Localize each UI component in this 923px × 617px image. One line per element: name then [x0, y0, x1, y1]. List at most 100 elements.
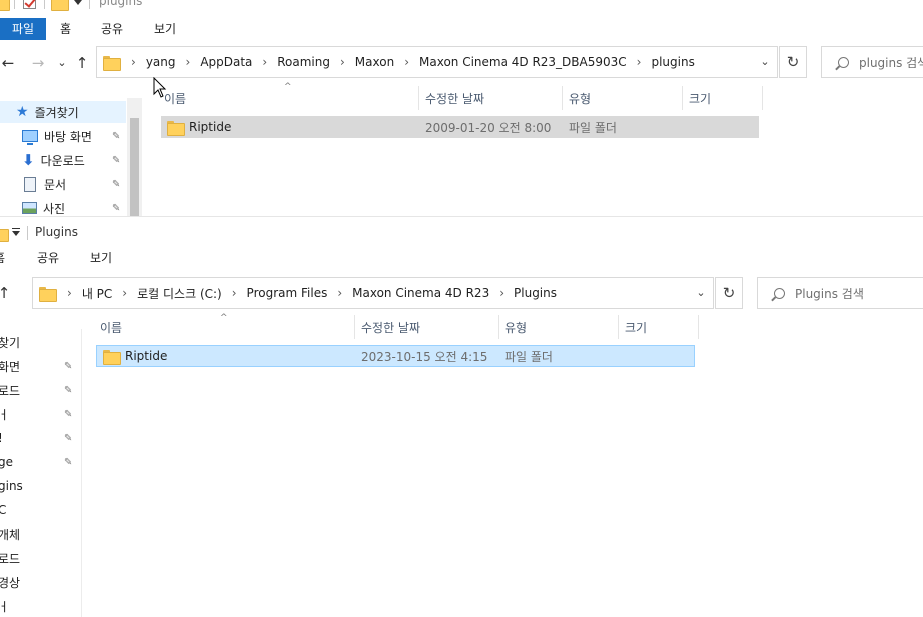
file-row-riptide[interactable]: Riptide 2009-01-20 오전 8:00 파일 폴더	[161, 116, 759, 138]
file-row-riptide[interactable]: Riptide 2023-10-15 오전 4:15 파일 폴더	[96, 345, 695, 367]
pin-icon: ✎	[64, 456, 73, 468]
breadcrumb-separator[interactable]: ›	[404, 55, 409, 69]
nav-item-desktop[interactable]: 화면 ✎	[0, 355, 80, 377]
ribbon-tabs: 홈 공유 보기	[0, 247, 923, 269]
star-icon: ★	[16, 104, 29, 120]
column-header-size[interactable]: 크기	[625, 315, 647, 339]
breadcrumb-separator: ›	[67, 286, 72, 300]
nav-item-documents-pc[interactable]: ㅓ	[0, 595, 9, 617]
search-box[interactable]: plugins 검색	[821, 46, 923, 78]
pin-icon: ✎	[64, 384, 73, 396]
nav-item-downloads-pc[interactable]: 로드	[0, 547, 20, 569]
column-divider[interactable]	[762, 86, 763, 110]
address-dropdown-icon[interactable]: ⌄	[753, 47, 777, 77]
breadcrumb-appdata[interactable]: AppData	[200, 55, 252, 69]
file-type: 파일 폴더	[569, 120, 617, 135]
new-folder-icon[interactable]	[51, 0, 69, 11]
column-header-size[interactable]: 크기	[689, 86, 711, 110]
breadcrumb-separator[interactable]: ›	[186, 55, 191, 69]
breadcrumb-maxon-c4d[interactable]: Maxon Cinema 4D R23_DBA5903C	[419, 55, 627, 69]
breadcrumb-separator[interactable]: ›	[122, 286, 127, 300]
nav-item-desktop[interactable]: 바탕 화면 ✎	[0, 125, 126, 147]
back-button[interactable]: ←	[0, 54, 16, 72]
breadcrumb-separator[interactable]: ›	[499, 286, 504, 300]
column-divider[interactable]	[354, 315, 355, 339]
nav-scroll-thumb[interactable]	[130, 118, 139, 216]
tab-view[interactable]: 보기	[90, 247, 112, 269]
customize-toolbar-icon[interactable]	[73, 0, 83, 8]
nav-item-pictures[interactable]: !✎	[0, 427, 80, 449]
breadcrumb-separator[interactable]: ›	[340, 55, 345, 69]
sort-ascending-icon: ^	[284, 82, 292, 92]
column-header-type[interactable]: 유형	[569, 86, 591, 110]
column-divider[interactable]	[562, 86, 563, 110]
nav-item-videos[interactable]: 경상	[0, 571, 20, 593]
up-button[interactable]: ↑	[0, 284, 12, 302]
column-divider[interactable]	[498, 315, 499, 339]
breadcrumb-yang[interactable]: yang	[146, 55, 176, 69]
breadcrumb-maxon[interactable]: Maxon	[355, 55, 394, 69]
column-header-name[interactable]: 이름	[164, 86, 186, 110]
nav-item-documents[interactable]: 문서 ✎	[0, 173, 126, 195]
breadcrumb-plugins[interactable]: Plugins	[514, 286, 557, 300]
divider	[89, 0, 90, 9]
nav-item-label: gins	[0, 479, 23, 493]
tab-view[interactable]: 보기	[154, 18, 176, 40]
tab-share[interactable]: 공유	[101, 18, 123, 40]
properties-check-icon[interactable]	[23, 0, 36, 9]
tab-share[interactable]: 공유	[37, 247, 59, 269]
divider	[14, 0, 15, 9]
nav-item-label: 경상	[0, 575, 21, 590]
tab-file[interactable]: 파일	[0, 18, 46, 40]
tab-home[interactable]: 홈	[0, 247, 5, 269]
refresh-button[interactable]: ↻	[715, 277, 743, 309]
search-icon	[838, 56, 849, 68]
breadcrumb-roaming[interactable]: Roaming	[277, 55, 330, 69]
column-header-modified[interactable]: 수정한 날짜	[361, 315, 420, 339]
nav-item-favorites[interactable]: 찾기	[0, 331, 20, 353]
nav-item-downloads[interactable]: ⬇ 다운로드 ✎	[0, 149, 126, 171]
nav-scrollbar[interactable]	[127, 98, 142, 216]
column-divider[interactable]	[618, 315, 619, 339]
nav-item-storage[interactable]: ge ✎	[0, 451, 80, 473]
nav-item-plugins[interactable]: gins	[0, 475, 23, 497]
breadcrumb-plugins[interactable]: plugins	[651, 55, 694, 69]
forward-button[interactable]: →	[30, 54, 46, 72]
pin-icon: ✎	[64, 408, 73, 420]
nav-item-3d-objects[interactable]: 개체	[0, 523, 20, 545]
nav-item-label: 다운로드	[40, 153, 85, 168]
breadcrumb-separator[interactable]: ›	[637, 55, 642, 69]
breadcrumb-separator[interactable]: ›	[262, 55, 267, 69]
column-header-type[interactable]: 유형	[505, 315, 527, 339]
column-header-modified[interactable]: 수정한 날짜	[425, 86, 484, 110]
nav-item-this-pc[interactable]: C	[0, 499, 6, 521]
column-header-name[interactable]: 이름	[100, 315, 122, 339]
tab-home[interactable]: 홈	[60, 18, 71, 40]
address-bar[interactable]: › 내 PC › 로컬 디스크 (C:) › Program Files › M…	[32, 277, 714, 309]
column-divider[interactable]	[698, 315, 699, 339]
breadcrumb-this-pc[interactable]: 내 PC	[82, 285, 112, 302]
search-box[interactable]: Plugins 검색	[757, 277, 923, 309]
breadcrumb-program-files[interactable]: Program Files	[247, 286, 328, 300]
address-bar[interactable]: › yang › AppData › Roaming › Maxon › Max…	[96, 46, 778, 78]
nav-item-label: ㅓ	[0, 406, 9, 423]
nav-item-label: 화면	[0, 359, 21, 374]
column-divider[interactable]	[418, 86, 419, 110]
breadcrumb-separator[interactable]: ›	[337, 286, 342, 300]
pictures-icon	[22, 202, 37, 214]
nav-item-pictures[interactable]: 사진 ✎	[0, 197, 126, 216]
nav-item-documents[interactable]: ㅓ✎	[0, 403, 80, 425]
navigation-pane: ★ 즐겨찾기 바탕 화면 ✎ ⬇ 다운로드 ✎ 문서 ✎ 사진 ✎	[0, 98, 142, 216]
breadcrumb-local-disk[interactable]: 로컬 디스크 (C:)	[137, 285, 222, 302]
customize-toolbar-icon[interactable]	[11, 227, 21, 239]
up-button[interactable]: ↑	[74, 54, 90, 72]
refresh-button[interactable]: ↻	[779, 46, 807, 78]
nav-item-favorites[interactable]: ★ 즐겨찾기	[0, 101, 126, 123]
nav-item-downloads[interactable]: 로드 ✎	[0, 379, 80, 401]
recent-locations-button[interactable]: ⌄	[54, 54, 70, 72]
breadcrumb-maxon-c4d[interactable]: Maxon Cinema 4D R23	[352, 286, 489, 300]
column-divider[interactable]	[682, 86, 683, 110]
nav-item-label: !	[0, 431, 3, 445]
breadcrumb-separator[interactable]: ›	[232, 286, 237, 300]
address-dropdown-icon[interactable]: ⌄	[689, 278, 713, 308]
